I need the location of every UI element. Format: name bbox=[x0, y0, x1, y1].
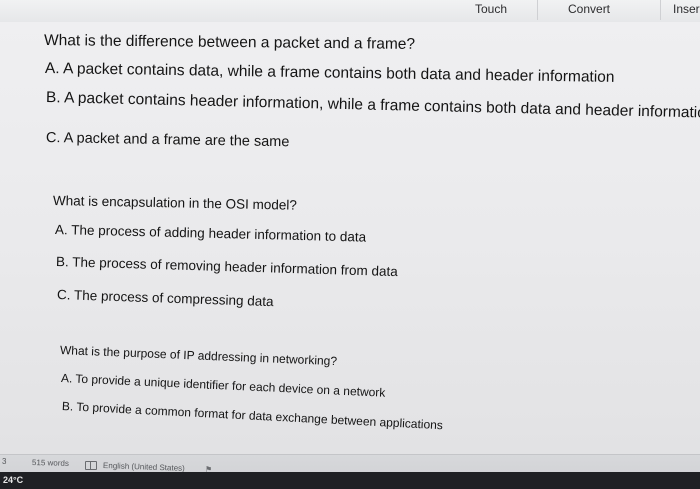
taskbar bbox=[0, 472, 700, 489]
ribbon-toolbar: Touch Convert Inser bbox=[0, 0, 700, 23]
answer-option: B. To provide a common format for data e… bbox=[61, 399, 444, 433]
proofing-book-icon[interactable] bbox=[85, 461, 97, 470]
insert-button[interactable]: Inser bbox=[661, 0, 700, 20]
answer-option: B. The process of removing header inform… bbox=[55, 254, 399, 280]
question-text: What is encapsulation in the OSI model? bbox=[52, 193, 297, 213]
answer-option: A. To provide a unique identifier for ea… bbox=[60, 371, 386, 400]
convert-button[interactable]: Convert bbox=[538, 0, 661, 20]
answer-option: C. A packet and a frame are the same bbox=[45, 130, 290, 151]
question-text: What is the difference between a packet … bbox=[43, 32, 416, 53]
answer-option: C. The process of compressing data bbox=[56, 287, 274, 310]
answer-option: A. A packet contains data, while a frame… bbox=[44, 60, 615, 86]
answer-option: A. The process of adding header informat… bbox=[54, 222, 367, 245]
word-count[interactable]: 515 words bbox=[32, 458, 69, 468]
touch-button[interactable]: Touch bbox=[438, 0, 538, 20]
question-text: What is the purpose of IP addressing in … bbox=[59, 343, 338, 369]
page-indicator[interactable]: 3 bbox=[2, 457, 6, 466]
weather-temperature[interactable]: 24°C bbox=[3, 475, 23, 485]
document-page: What is the difference between a packet … bbox=[0, 22, 700, 454]
answer-option: B. A packet contains header information,… bbox=[45, 89, 700, 122]
